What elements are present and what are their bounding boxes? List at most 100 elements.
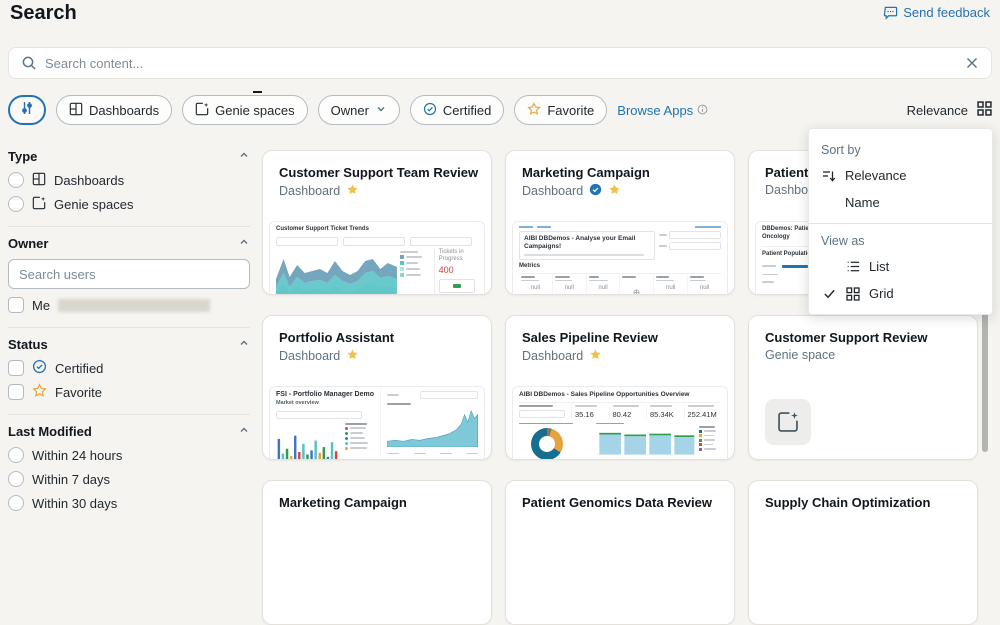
section-owner-header[interactable]: Owner	[8, 231, 250, 255]
favorite-star-icon	[608, 183, 621, 199]
owner-search-input[interactable]	[8, 259, 250, 289]
favorite-star-icon	[346, 183, 359, 199]
option-label: Within 24 hours	[32, 448, 122, 463]
preview-stat-label: Tickets in Progress	[439, 249, 478, 263]
redacted-username	[58, 299, 210, 312]
chip-label: Genie spaces	[215, 103, 295, 118]
card-type-label: Dashboard	[279, 349, 340, 363]
radio[interactable]	[8, 447, 24, 463]
search-icon	[21, 55, 37, 71]
card-type-label: Dashboard	[522, 184, 583, 198]
preview-heading: Customer Support Ticket Trends	[276, 226, 478, 234]
option-label: Within 30 days	[32, 496, 117, 511]
modified-option-30d[interactable]: Within 30 days	[8, 491, 250, 515]
menu-item-relevance[interactable]: Relevance	[809, 162, 992, 189]
section-title: Type	[8, 149, 37, 164]
status-option-certified[interactable]: Certified	[8, 356, 250, 380]
section-title: Last Modified	[8, 424, 92, 439]
modified-option-24h[interactable]: Within 24 hours	[8, 443, 250, 467]
card-subtitle: Dashboard	[506, 345, 734, 364]
filter-bar: Dashboards Genie spaces Owner Certified	[8, 95, 992, 125]
section-last-modified-header[interactable]: Last Modified	[8, 419, 250, 443]
grid-view-icon	[845, 287, 861, 301]
genie-space-icon	[195, 102, 209, 119]
chip-genie-spaces[interactable]: Genie spaces	[182, 95, 308, 125]
chip-owner[interactable]: Owner	[318, 95, 400, 125]
owner-option-me[interactable]: Me	[8, 293, 250, 317]
result-card-patient-genomics-data-review[interactable]: Patient Genomics Data Review	[505, 480, 735, 625]
card-subtitle: Genie space	[749, 345, 977, 362]
card-subtitle: Dashboard	[263, 180, 491, 199]
chip-favorite[interactable]: Favorite	[514, 95, 607, 125]
option-label: Certified	[55, 361, 103, 376]
sort-view-menu: Sort by Relevance Name View as List	[808, 128, 993, 315]
dashboard-preview: AIBI DBDemos - Sales Pipeline Opportunit…	[512, 386, 728, 459]
section-title: Owner	[8, 236, 48, 251]
radio[interactable]	[8, 196, 24, 212]
info-icon	[697, 103, 708, 118]
chip-label: Favorite	[547, 103, 594, 118]
certified-badge-icon	[32, 359, 47, 377]
section-status-header[interactable]: Status	[8, 332, 250, 356]
stray-mark	[253, 91, 262, 93]
vertical-scrollbar[interactable]	[982, 300, 988, 452]
favorite-star-icon	[346, 348, 359, 364]
filters-toggle-button[interactable]	[8, 95, 46, 125]
chip-dashboards[interactable]: Dashboards	[56, 95, 172, 125]
section-title: Status	[8, 337, 48, 352]
genie-space-tile-icon	[765, 399, 811, 445]
menu-item-name[interactable]: Name	[809, 189, 992, 216]
checkbox[interactable]	[8, 360, 24, 376]
chip-label: Certified	[443, 103, 491, 118]
result-card-marketing-campaign[interactable]: Marketing Campaign Dashboard AIBI	[505, 150, 735, 295]
result-card-supply-chain-optimization[interactable]: Supply Chain Optimization	[748, 480, 978, 625]
menu-item-label: Name	[845, 195, 880, 210]
filter-sidebar: Type Dashboards Genie spaces	[8, 140, 250, 525]
card-title: Marketing Campaign	[263, 481, 491, 510]
card-title: Customer Support Review	[749, 316, 977, 345]
chip-certified[interactable]: Certified	[410, 95, 504, 125]
chip-label: Dashboards	[89, 103, 159, 118]
browse-apps-label: Browse Apps	[617, 103, 693, 118]
result-card-portfolio-assistant[interactable]: Portfolio Assistant Dashboard FSI - Port…	[262, 315, 492, 460]
option-label: Me	[32, 298, 50, 313]
option-label: Within 7 days	[32, 472, 110, 487]
result-card-customer-support-team-review[interactable]: Customer Support Team Review Dashboard C…	[262, 150, 492, 295]
card-title: Customer Support Team Review	[263, 151, 491, 180]
radio[interactable]	[8, 471, 24, 487]
stacked-area-chart	[276, 249, 397, 295]
status-option-favorite[interactable]: Favorite	[8, 380, 250, 404]
result-card-customer-support-review[interactable]: Customer Support Review Genie space	[748, 315, 978, 460]
result-card-sales-pipeline-review[interactable]: Sales Pipeline Review Dashboard AIBI DBD…	[505, 315, 735, 460]
preview-metrics-label: Metrics	[519, 263, 721, 271]
search-bar[interactable]	[8, 47, 992, 79]
type-option-genie-spaces[interactable]: Genie spaces	[8, 192, 250, 216]
page-title: Search	[10, 2, 77, 25]
checkbox[interactable]	[8, 384, 24, 400]
search-input[interactable]	[45, 56, 957, 71]
dashboard-preview: Customer Support Ticket Trends	[269, 221, 485, 294]
radio[interactable]	[8, 172, 24, 188]
menu-item-grid[interactable]: Grid	[809, 280, 992, 307]
browse-apps-link[interactable]: Browse Apps	[617, 103, 708, 118]
radio[interactable]	[8, 495, 24, 511]
section-type-header[interactable]: Type	[8, 144, 250, 168]
send-feedback-link[interactable]: Send feedback	[883, 5, 990, 20]
star-icon	[527, 102, 541, 119]
clear-search-icon[interactable]	[965, 56, 979, 70]
modified-option-7d[interactable]: Within 7 days	[8, 467, 250, 491]
option-label: Favorite	[55, 385, 102, 400]
menu-item-list[interactable]: List	[809, 253, 992, 280]
view-as-label: View as	[809, 225, 992, 253]
type-option-dashboards[interactable]: Dashboards	[8, 168, 250, 192]
menu-item-label: Relevance	[845, 168, 906, 183]
menu-item-label: Grid	[869, 286, 894, 301]
grid-view-icon	[977, 101, 992, 119]
card-title: Supply Chain Optimization	[749, 481, 977, 510]
checkbox[interactable]	[8, 297, 24, 313]
sort-view-control[interactable]: Relevance	[907, 101, 992, 119]
chip-label: Owner	[331, 103, 369, 118]
pipeline-bar-chart	[596, 426, 696, 458]
send-feedback-label: Send feedback	[903, 5, 990, 20]
result-card-marketing-campaign-2[interactable]: Marketing Campaign	[262, 480, 492, 625]
